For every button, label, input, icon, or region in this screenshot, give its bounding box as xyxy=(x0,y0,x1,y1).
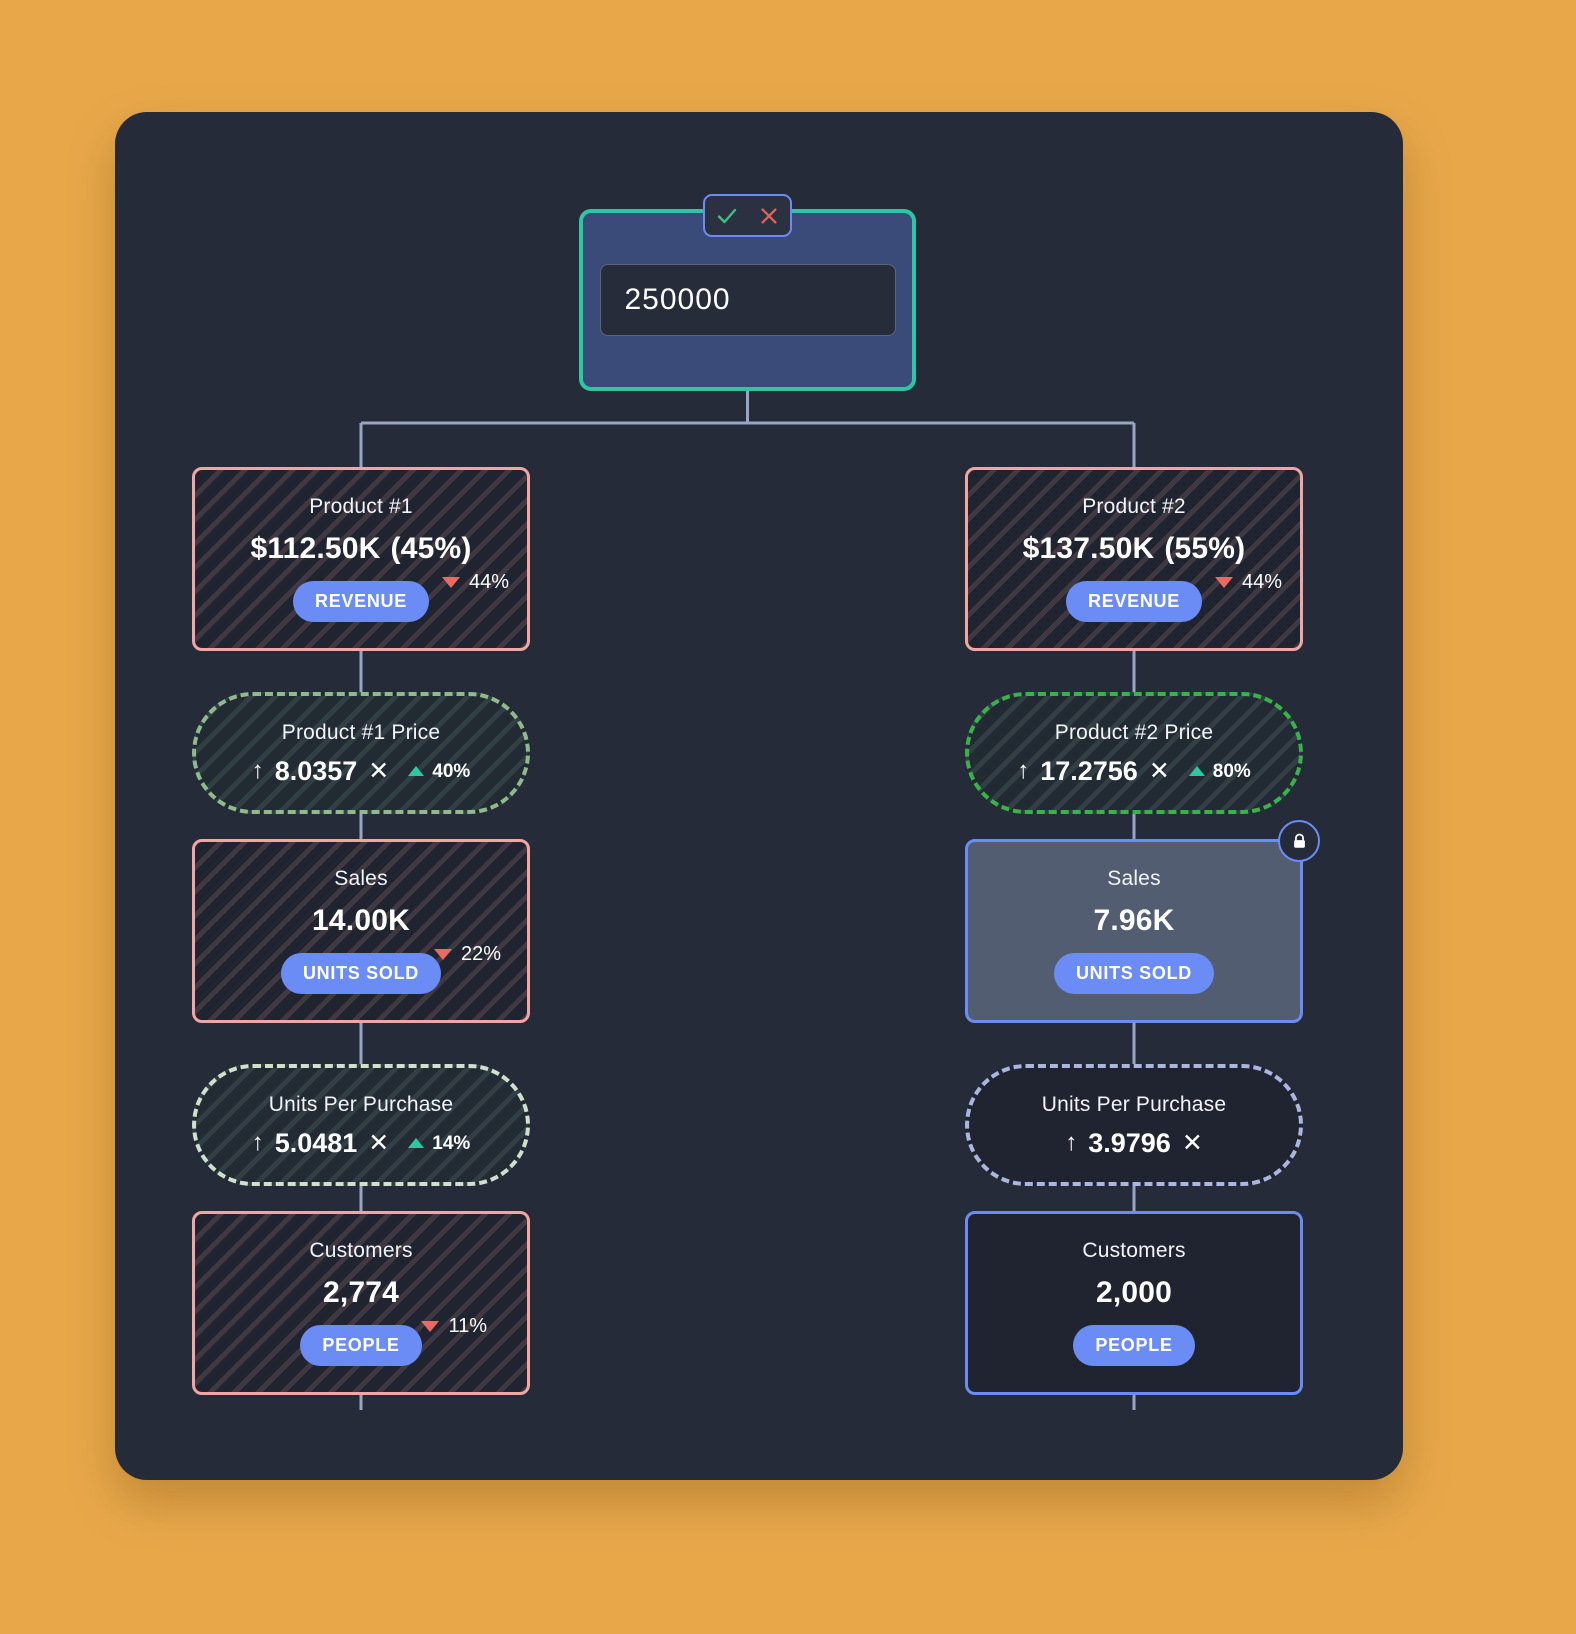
node-value-row: ↑ 3.9796 ✕ xyxy=(1065,1127,1203,1158)
node-delta: 44% xyxy=(441,571,509,593)
node-delta: 22% xyxy=(433,943,501,965)
node-value-row: $137.50K (55%) xyxy=(1023,534,1246,564)
node-delta-value: 22% xyxy=(460,943,501,965)
node-value: 14.00K xyxy=(312,904,410,937)
node-product-1[interactable]: Product #1 $112.50K (45%) REVENUE 44% xyxy=(192,467,530,651)
node-value: 8.0357 xyxy=(274,755,358,786)
arrow-up-icon: ↑ xyxy=(1065,1129,1078,1156)
multiply-icon: ✕ xyxy=(1181,1128,1203,1157)
node-value-row: ↑ 5.0481 ✕ 14% xyxy=(251,1127,471,1158)
node-title: Units Per Purchase xyxy=(268,1092,454,1116)
triangle-down-icon xyxy=(421,1320,440,1332)
cancel-button[interactable] xyxy=(750,197,788,235)
node-sales-2[interactable]: Sales 7.96K UNITS SOLD xyxy=(965,839,1303,1023)
node-title: Product #1 xyxy=(309,495,413,518)
node-delta-value: 14% xyxy=(432,1132,471,1154)
node-tag-badge[interactable]: REVENUE xyxy=(1066,581,1202,622)
multiply-icon: ✕ xyxy=(368,756,390,785)
confirm-toolbar[interactable] xyxy=(703,194,792,237)
node-product-2-price[interactable]: Product #2 Price ↑ 17.2756 ✕ 80% xyxy=(965,692,1303,814)
node-title: Sales xyxy=(334,867,388,890)
triangle-down-icon xyxy=(441,576,460,588)
triangle-down-icon xyxy=(433,948,452,960)
arrow-up-icon: ↑ xyxy=(1017,757,1030,784)
node-title: Product #2 Price xyxy=(1054,720,1214,744)
node-value-row: 14.00K xyxy=(312,906,410,936)
node-title: Product #1 Price xyxy=(281,720,441,744)
node-tag-badge[interactable]: PEOPLE xyxy=(1073,1325,1195,1366)
node-sales-1[interactable]: Sales 14.00K UNITS SOLD 22% xyxy=(192,839,530,1023)
node-units-per-purchase-2[interactable]: Units Per Purchase ↑ 3.9796 ✕ xyxy=(965,1064,1303,1186)
triangle-up-icon xyxy=(1188,766,1205,776)
node-delta-value: 80% xyxy=(1212,760,1251,782)
arrow-up-icon: ↑ xyxy=(251,1129,264,1156)
node-delta: 80% xyxy=(1188,760,1251,782)
node-value-row: ↑ 8.0357 ✕ 40% xyxy=(251,755,471,786)
node-value: 3.9796 xyxy=(1088,1127,1171,1158)
node-value-row: $112.50K (45%) xyxy=(250,534,471,564)
node-units-per-purchase-1[interactable]: Units Per Purchase ↑ 5.0481 ✕ 14% xyxy=(192,1064,530,1186)
node-tag-badge[interactable]: UNITS SOLD xyxy=(280,953,441,994)
node-title: Customers xyxy=(1082,1239,1186,1262)
node-delta: 40% xyxy=(408,762,470,781)
node-delta-value: 44% xyxy=(468,571,509,593)
triangle-down-icon xyxy=(1214,576,1233,588)
node-title: Units Per Purchase xyxy=(1041,1092,1227,1116)
node-delta-value: 44% xyxy=(1241,571,1282,593)
node-title: Sales xyxy=(1107,867,1161,890)
node-title: Customers xyxy=(309,1239,413,1262)
node-value: 2,000 xyxy=(1095,1276,1173,1309)
node-value: 17.2756 xyxy=(1040,755,1138,786)
node-delta-value: 11% xyxy=(448,1315,487,1337)
arrow-up-icon: ↑ xyxy=(251,757,264,784)
root-value-input[interactable] xyxy=(599,264,896,336)
node-value: 2,774 xyxy=(322,1276,400,1309)
node-value: $137.50K xyxy=(1022,532,1155,565)
node-delta: 44% xyxy=(1214,571,1282,593)
close-icon xyxy=(760,207,777,224)
node-delta: 11% xyxy=(421,1316,487,1336)
multiply-icon: ✕ xyxy=(1148,756,1170,785)
node-customers-2[interactable]: Customers 2,000 PEOPLE xyxy=(965,1211,1303,1395)
canvas: Product #1 $112.50K (45%) REVENUE 44% Pr… xyxy=(0,0,1576,1634)
node-tag-badge[interactable]: PEOPLE xyxy=(300,1325,422,1366)
node-share: (55%) xyxy=(1164,532,1246,565)
node-value-row: 2,774 xyxy=(323,1278,399,1308)
node-value: 5.0481 xyxy=(274,1127,358,1158)
node-product-1-price[interactable]: Product #1 Price ↑ 8.0357 ✕ 40% xyxy=(192,692,530,814)
node-value: 7.96K xyxy=(1093,904,1175,937)
lock-badge[interactable] xyxy=(1278,820,1320,862)
node-tag-badge[interactable]: UNITS SOLD xyxy=(1053,953,1214,994)
node-value-row: ↑ 17.2756 ✕ 80% xyxy=(1017,755,1251,786)
node-customers-1[interactable]: Customers 2,774 PEOPLE 11% xyxy=(192,1211,530,1395)
node-value-row: 2,000 xyxy=(1096,1278,1172,1308)
accept-button[interactable] xyxy=(708,197,746,235)
node-product-2[interactable]: Product #2 $137.50K (55%) REVENUE 44% xyxy=(965,467,1303,651)
node-delta-value: 40% xyxy=(432,760,471,782)
node-value-row: 7.96K xyxy=(1093,906,1174,936)
triangle-up-icon xyxy=(408,1138,425,1148)
node-tag-badge[interactable]: REVENUE xyxy=(293,581,429,622)
node-share: (45%) xyxy=(390,532,472,565)
lock-icon xyxy=(1293,833,1305,848)
check-icon xyxy=(717,208,736,223)
triangle-up-icon xyxy=(408,766,425,776)
node-delta: 14% xyxy=(408,1134,470,1153)
node-value: $112.50K xyxy=(250,532,381,565)
multiply-icon: ✕ xyxy=(368,1128,390,1157)
node-title: Product #2 xyxy=(1082,495,1186,518)
